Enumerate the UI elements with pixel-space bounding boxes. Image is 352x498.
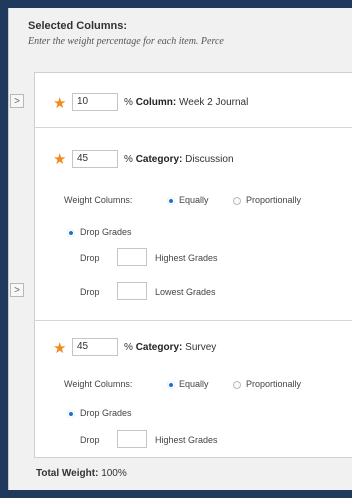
required-star-icon: ★ <box>53 95 67 112</box>
drop-grades-radio[interactable] <box>67 410 75 418</box>
expand-toggle-icon[interactable]: > <box>10 94 24 108</box>
drop-grades-radio[interactable] <box>67 229 75 237</box>
item-label: % Category: Survey <box>124 342 216 353</box>
proportionally-label[interactable]: Proportionally <box>246 379 301 389</box>
item-label: % Column: Week 2 Journal <box>124 97 248 108</box>
weight-columns-label: Weight Columns: <box>64 379 133 389</box>
required-star-icon: ★ <box>53 151 67 168</box>
drop-label: Drop <box>80 253 100 263</box>
drop-label: Drop <box>80 435 100 445</box>
equally-radio[interactable] <box>167 197 175 205</box>
selected-columns-title: Selected Columns: <box>28 20 128 32</box>
equally-radio[interactable] <box>167 381 175 389</box>
item-name: Discussion <box>185 154 234 165</box>
lowest-grades-label: Lowest Grades <box>155 287 216 297</box>
item-kind: Category: <box>135 342 183 353</box>
equally-label[interactable]: Equally <box>179 195 209 205</box>
item-divider <box>34 127 352 128</box>
drop-highest-input[interactable] <box>117 430 147 448</box>
proportionally-label[interactable]: Proportionally <box>246 195 301 205</box>
proportionally-radio[interactable] <box>233 197 241 205</box>
items-container <box>34 72 352 458</box>
weight-instruction: Enter the weight percentage for each ite… <box>28 36 224 47</box>
proportionally-radio[interactable] <box>233 381 241 389</box>
weight-input[interactable]: 45 <box>72 150 118 168</box>
highest-grades-label: Highest Grades <box>155 435 218 445</box>
item-name: Week 2 Journal <box>179 97 249 108</box>
expand-toggle-icon[interactable]: > <box>10 283 24 297</box>
total-weight: Total Weight: 100% <box>36 468 127 479</box>
item-divider <box>34 320 352 321</box>
item-kind: Category: <box>135 154 183 165</box>
percent-sign: % <box>124 97 133 108</box>
required-star-icon: ★ <box>53 340 67 357</box>
drop-highest-input[interactable] <box>117 248 147 266</box>
drop-label: Drop <box>80 287 100 297</box>
item-kind: Column: <box>135 97 177 108</box>
drop-grades-label[interactable]: Drop Grades <box>80 227 132 237</box>
equally-label[interactable]: Equally <box>179 379 209 389</box>
weight-columns-label: Weight Columns: <box>64 195 133 205</box>
total-weight-value: 100% <box>101 468 127 479</box>
weight-input[interactable]: 45 <box>72 338 118 356</box>
drop-grades-label[interactable]: Drop Grades <box>80 408 132 418</box>
total-weight-label: Total Weight: <box>36 468 99 479</box>
highest-grades-label: Highest Grades <box>155 253 218 263</box>
percent-sign: % <box>124 154 133 165</box>
weight-input[interactable]: 10 <box>72 93 118 111</box>
percent-sign: % <box>124 342 133 353</box>
item-label: % Category: Discussion <box>124 154 234 165</box>
item-name: Survey <box>185 342 217 353</box>
drop-lowest-input[interactable] <box>117 282 147 300</box>
